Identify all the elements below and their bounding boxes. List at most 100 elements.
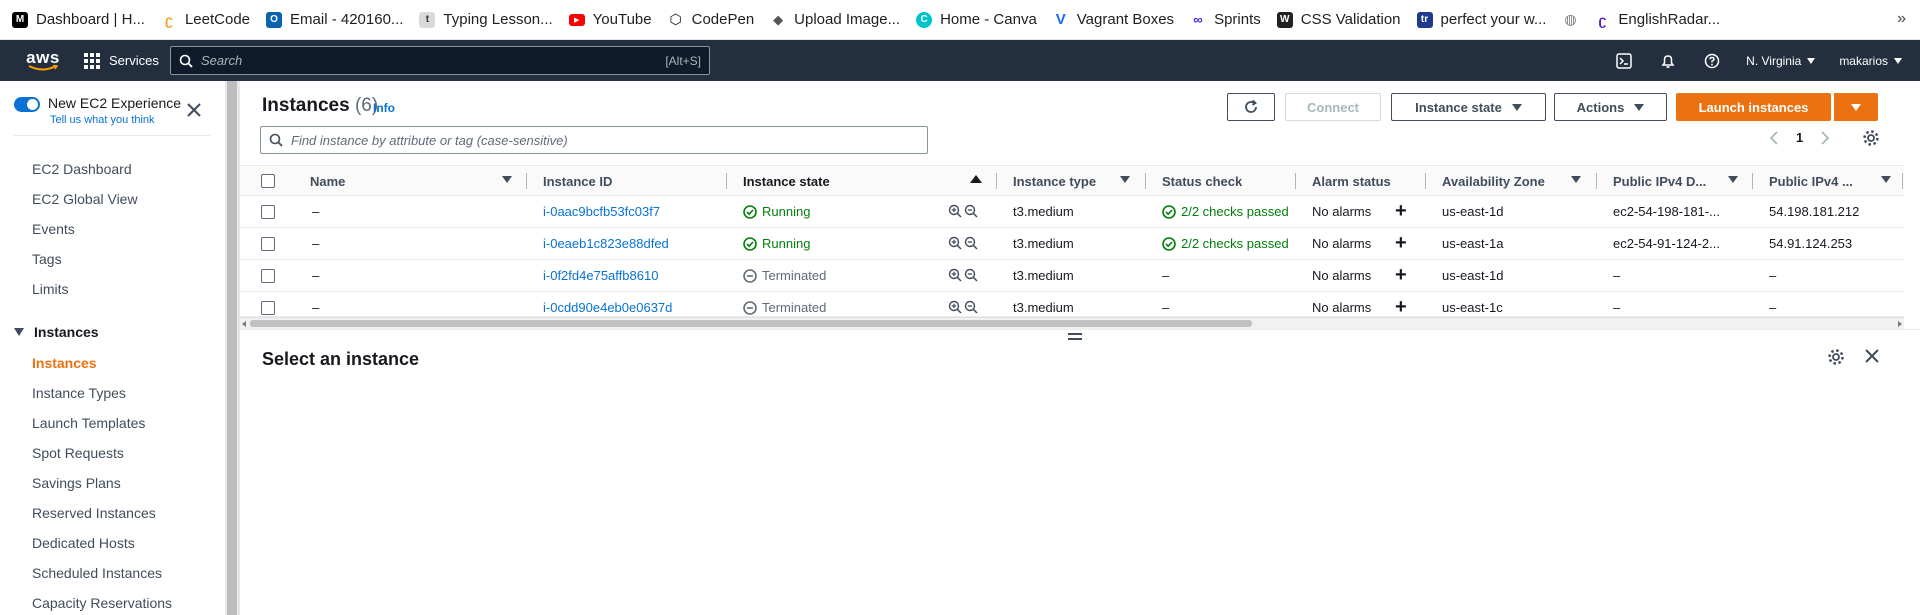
bookmark-3[interactable]: t Typing Lesson...	[419, 11, 553, 28]
column-resizer[interactable]	[1902, 173, 1903, 189]
chevron-left-icon[interactable]	[1770, 130, 1778, 145]
bookmark-7[interactable]: C Home - Canva	[916, 11, 1037, 28]
table-row[interactable]: – i-0eaeb1c823e88dfed Running t3.medium …	[240, 228, 1904, 260]
filter-input[interactable]	[291, 132, 919, 148]
sidebar-item-scheduled-instances[interactable]: Scheduled Instances	[32, 565, 162, 581]
chevron-right-icon[interactable]	[1821, 130, 1830, 145]
launch-instances-button[interactable]: Launch instances	[1676, 93, 1831, 121]
scroll-right-arrow-icon[interactable]	[1898, 321, 1902, 327]
launch-instances-dropdown[interactable]	[1833, 93, 1878, 121]
add-alarm-plus-icon[interactable]: +	[1395, 265, 1407, 285]
sidebar-item-dedicated-hosts[interactable]: Dedicated Hosts	[32, 535, 135, 551]
bookmark-11[interactable]: tr perfect your w...	[1416, 11, 1546, 28]
sidebar-item-tags[interactable]: Tags	[32, 251, 62, 267]
split-panel-resize-handle[interactable]	[1068, 333, 1082, 343]
help-icon[interactable]	[1690, 53, 1734, 69]
sort-icon[interactable]	[1881, 176, 1891, 183]
bookmark-1[interactable]: ʗ LeetCode	[160, 11, 250, 28]
column-resizer[interactable]	[1596, 173, 1597, 189]
connect-button[interactable]: Connect	[1285, 93, 1381, 121]
add-alarm-plus-icon[interactable]: +	[1395, 201, 1407, 221]
table-settings-gear-icon[interactable]	[1862, 129, 1880, 150]
col-instance-state[interactable]: Instance state	[743, 174, 830, 189]
sidebar-item-launch-templates[interactable]: Launch Templates	[32, 415, 145, 431]
column-resizer[interactable]	[1145, 173, 1146, 189]
table-row[interactable]: – i-0aac9bcfb53fc03f7 Running t3.medium …	[240, 196, 1904, 228]
sidebar-item-events[interactable]: Events	[32, 221, 75, 237]
select-all-checkbox[interactable]	[261, 174, 275, 188]
add-alarm-plus-icon[interactable]: +	[1395, 297, 1407, 316]
info-link[interactable]: Info	[373, 101, 395, 115]
instance-filter[interactable]	[260, 126, 928, 154]
sort-icon[interactable]	[1571, 176, 1581, 183]
column-resizer[interactable]	[1295, 173, 1296, 189]
scrollbar-thumb[interactable]	[250, 320, 1252, 327]
col-instance-id[interactable]: Instance ID	[543, 174, 612, 189]
services-menu[interactable]: Services	[84, 52, 159, 69]
row-checkbox[interactable]	[261, 237, 275, 251]
row-checkbox[interactable]	[261, 205, 275, 219]
new-experience-toggle[interactable]	[14, 97, 40, 112]
sidebar-item-global-view[interactable]: EC2 Global View	[32, 191, 138, 207]
zoom-out-icon[interactable]	[964, 268, 978, 282]
sidebar-item-capacity-reservations[interactable]: Capacity Reservations	[32, 595, 172, 611]
column-resizer[interactable]	[996, 173, 997, 189]
bookmark-5[interactable]: ⬡ CodePen	[667, 11, 754, 28]
col-instance-type[interactable]: Instance type	[1013, 174, 1096, 189]
bookmark-2[interactable]: O Email - 420160...	[266, 11, 403, 28]
col-name[interactable]: Name	[310, 174, 345, 189]
column-resizer[interactable]	[1752, 173, 1753, 189]
instance-state-button[interactable]: Instance state	[1391, 93, 1546, 121]
sort-icon[interactable]	[502, 176, 512, 183]
feedback-link[interactable]: Tell us what you think	[50, 114, 181, 126]
bell-icon[interactable]	[1646, 53, 1690, 69]
sidebar-close-icon[interactable]	[187, 103, 201, 120]
zoom-out-icon[interactable]	[964, 300, 978, 314]
sidebar-item-reserved-instances[interactable]: Reserved Instances	[32, 505, 156, 521]
bookmark-0[interactable]: M Dashboard | H...	[12, 11, 145, 28]
zoom-out-icon[interactable]	[964, 236, 978, 250]
table-row[interactable]: – i-0cdd90e4eb0e0637d Terminated t3.medi…	[240, 292, 1904, 317]
col-alarm-status[interactable]: Alarm status	[1312, 174, 1391, 189]
sidebar-scrollbar[interactable]	[225, 81, 240, 615]
cell-instance-id[interactable]: i-0f2fd4e75affb8610	[543, 268, 658, 283]
scroll-left-arrow-icon[interactable]	[242, 321, 246, 327]
column-resizer[interactable]	[1425, 173, 1426, 189]
row-checkbox[interactable]	[261, 301, 275, 315]
cell-status-check[interactable]: 2/2 checks passed	[1162, 236, 1289, 251]
cell-instance-id[interactable]: i-0aac9bcfb53fc03f7	[543, 204, 660, 219]
col-public-dns[interactable]: Public IPv4 D...	[1613, 174, 1706, 189]
bookmark-10[interactable]: W CSS Validation	[1276, 11, 1401, 28]
bookmark-9[interactable]: ∞ Sprints	[1190, 11, 1261, 28]
split-panel-close-icon[interactable]	[1864, 348, 1880, 367]
cell-instance-id[interactable]: i-0eaeb1c823e88dfed	[543, 236, 669, 251]
bookmark-12[interactable]: ◍	[1562, 11, 1579, 28]
sidebar-item-limits[interactable]: Limits	[32, 281, 69, 297]
bookmarks-overflow-icon[interactable]: »	[1897, 10, 1906, 28]
col-status-check[interactable]: Status check	[1162, 174, 1242, 189]
current-page[interactable]: 1	[1796, 130, 1803, 145]
scrollbar-thumb[interactable]	[227, 81, 237, 615]
bookmark-13[interactable]: ʗ EnglishRadar...	[1594, 11, 1720, 28]
cell-instance-id[interactable]: i-0cdd90e4eb0e0637d	[543, 300, 672, 315]
table-horizontal-scrollbar[interactable]	[240, 317, 1904, 329]
cell-status-check[interactable]: 2/2 checks passed	[1162, 204, 1289, 219]
refresh-button[interactable]	[1227, 93, 1275, 121]
column-resizer[interactable]	[726, 173, 727, 189]
sidebar-item-ec2-dashboard[interactable]: EC2 Dashboard	[32, 161, 132, 177]
account-menu[interactable]: makarios	[1827, 54, 1920, 68]
bookmark-6[interactable]: ◆ Upload Image...	[770, 11, 900, 28]
bookmark-4[interactable]: ▶ YouTube	[568, 11, 652, 28]
zoom-in-icon[interactable]	[948, 204, 962, 218]
bookmark-8[interactable]: V Vagrant Boxes	[1052, 11, 1174, 28]
zoom-in-icon[interactable]	[948, 300, 962, 314]
zoom-out-icon[interactable]	[964, 204, 978, 218]
global-search[interactable]: [Alt+S]	[170, 46, 710, 75]
sidebar-item-spot-requests[interactable]: Spot Requests	[32, 445, 124, 461]
split-panel-settings-gear-icon[interactable]	[1827, 348, 1845, 369]
region-selector[interactable]: N. Virginia	[1734, 54, 1827, 68]
column-resizer[interactable]	[526, 173, 527, 189]
add-alarm-plus-icon[interactable]: +	[1395, 233, 1407, 253]
sidebar-section-instances[interactable]: Instances	[14, 324, 99, 340]
col-public-ip[interactable]: Public IPv4 ...	[1769, 174, 1853, 189]
